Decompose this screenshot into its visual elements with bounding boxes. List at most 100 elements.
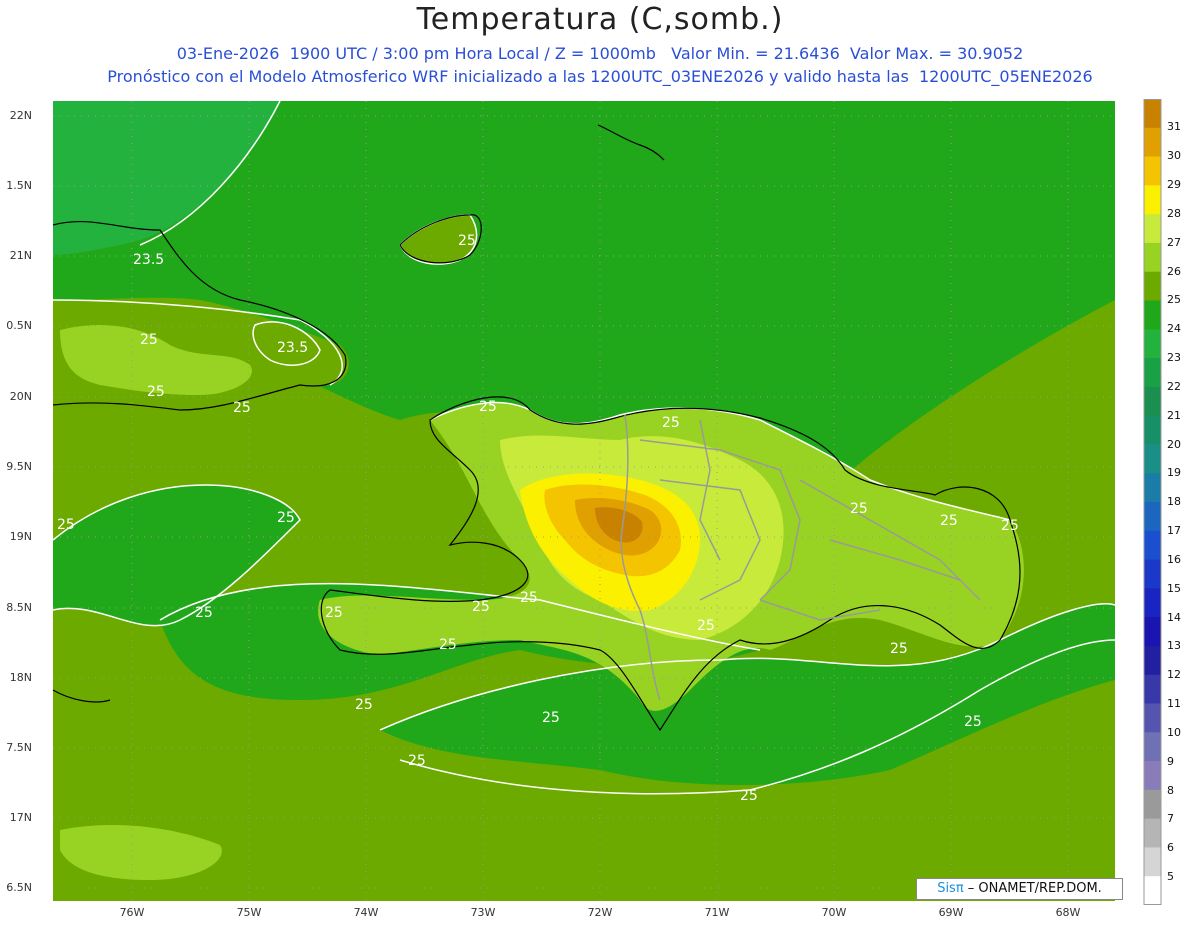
colorbar-label: 31 [1167, 120, 1181, 133]
colorbar-swatch [1144, 847, 1161, 877]
colorbar-label: 19 [1167, 466, 1181, 479]
lat-label: 18N [9, 671, 32, 684]
lon-label: 68W [1055, 906, 1081, 919]
contour-label: 25 [479, 399, 497, 415]
colorbar-label: 13 [1167, 639, 1181, 652]
colorbar-label: 23 [1167, 351, 1181, 364]
contour-label: 25 [325, 605, 343, 621]
colorbar-label: 25 [1167, 293, 1181, 306]
colorbar-swatch [1144, 703, 1161, 733]
lat-label: 0.5N [6, 319, 32, 332]
lat-label: 22N [9, 109, 32, 122]
colorbar-swatch [1144, 818, 1161, 848]
colorbar-swatch [1144, 156, 1161, 186]
colorbar-label: 30 [1167, 149, 1181, 162]
colorbar-swatch [1144, 502, 1161, 532]
colorbar-swatch [1144, 674, 1161, 704]
contour-label: 25 [662, 415, 680, 431]
colorbar-label: 29 [1167, 178, 1181, 191]
colorbar-label: 27 [1167, 236, 1181, 249]
colorbar-label: 26 [1167, 265, 1181, 278]
colorbar-swatch [1144, 530, 1161, 561]
colorbar-swatch [1144, 415, 1161, 445]
contour-label: 25 [697, 618, 715, 634]
colorbar-swatch [1144, 99, 1161, 129]
colorbar-label: 17 [1167, 524, 1181, 537]
credit-text: – ONAMET/REP.DOM. [963, 881, 1102, 896]
colorbar-label: 16 [1167, 553, 1181, 566]
colorbar-swatch [1144, 876, 1161, 905]
contour-label: 25 [57, 517, 75, 533]
lat-label: 1.5N [6, 179, 32, 192]
contour-label: 25 [408, 753, 426, 769]
contour-label: 25 [195, 605, 213, 621]
colorbar [1143, 99, 1162, 905]
colorbar-label: 21 [1167, 409, 1181, 422]
contour-label: 25 [1001, 518, 1019, 534]
contour-label: 25 [520, 590, 538, 606]
colorbar-label: 12 [1167, 668, 1181, 681]
colorbar-swatch [1144, 127, 1161, 158]
colorbar-label: 20 [1167, 438, 1181, 451]
colorbar-label: 10 [1167, 726, 1181, 739]
contour-label: 25 [472, 599, 490, 615]
lat-label: 19N [9, 530, 32, 543]
colorbar-swatch [1144, 645, 1161, 676]
colorbar-swatch [1144, 732, 1161, 762]
lon-label: 69W [938, 906, 964, 919]
contour-label: 23.5 [277, 340, 309, 356]
colorbar-label: 8 [1167, 784, 1174, 797]
colorbar-label: 18 [1167, 495, 1181, 508]
lat-label: 9.5N [6, 460, 32, 473]
colorbar-swatch [1144, 329, 1161, 359]
contour-label: 25 [233, 400, 251, 416]
lon-label: 75W [236, 906, 262, 919]
colorbar-swatch [1144, 588, 1161, 618]
contour-label: 25 [277, 510, 295, 526]
colorbar-label: 24 [1167, 322, 1181, 335]
colorbar-swatch [1144, 242, 1161, 273]
contour-label: 25 [140, 332, 158, 348]
lon-label: 73W [470, 906, 496, 919]
credit-box: Sisπ – ONAMET/REP.DOM. [916, 878, 1123, 900]
contour-label: 25 [355, 697, 373, 713]
lat-label: 21N [9, 249, 32, 262]
colorbar-swatch [1144, 300, 1161, 330]
colorbar-swatch [1144, 559, 1161, 589]
contour-label: 25 [890, 641, 908, 657]
lat-label: 8.5N [6, 601, 32, 614]
lon-label: 72W [587, 906, 613, 919]
lat-label: 6.5N [6, 881, 32, 894]
contour-label: 23.5 [133, 252, 165, 268]
colorbar-swatch [1144, 271, 1161, 301]
colorbar-label: 5 [1167, 870, 1174, 883]
colorbar-swatch [1144, 617, 1161, 647]
contour-label: 25 [542, 710, 560, 726]
temperature-map [52, 101, 1115, 901]
contour-label: 25 [439, 637, 457, 653]
colorbar-swatch [1144, 185, 1161, 215]
lon-label: 76W [119, 906, 145, 919]
contour-label: 25 [147, 384, 165, 400]
map-area [53, 101, 1115, 901]
lon-label: 70W [821, 906, 847, 919]
lat-label: 20N [9, 390, 32, 403]
colorbar-label: 14 [1167, 611, 1181, 624]
colorbar-label: 6 [1167, 841, 1174, 854]
contour-label: 25 [740, 788, 758, 804]
colorbar-label: 9 [1167, 755, 1174, 768]
lat-label: 7.5N [6, 741, 32, 754]
colorbar-swatch [1144, 473, 1161, 503]
colorbar-swatch [1144, 358, 1161, 388]
lon-label: 74W [353, 906, 379, 919]
contour-label: 25 [850, 501, 868, 517]
credit-brand: Sisπ [937, 881, 964, 896]
colorbar-swatch [1144, 214, 1161, 244]
colorbar-swatch [1144, 789, 1161, 820]
colorbar-label: 15 [1167, 582, 1181, 595]
colorbar-label: 11 [1167, 697, 1181, 710]
colorbar-swatch [1144, 386, 1161, 417]
colorbar-swatch [1144, 444, 1161, 474]
contour-label: 25 [940, 513, 958, 529]
contour-label: 25 [964, 714, 982, 730]
